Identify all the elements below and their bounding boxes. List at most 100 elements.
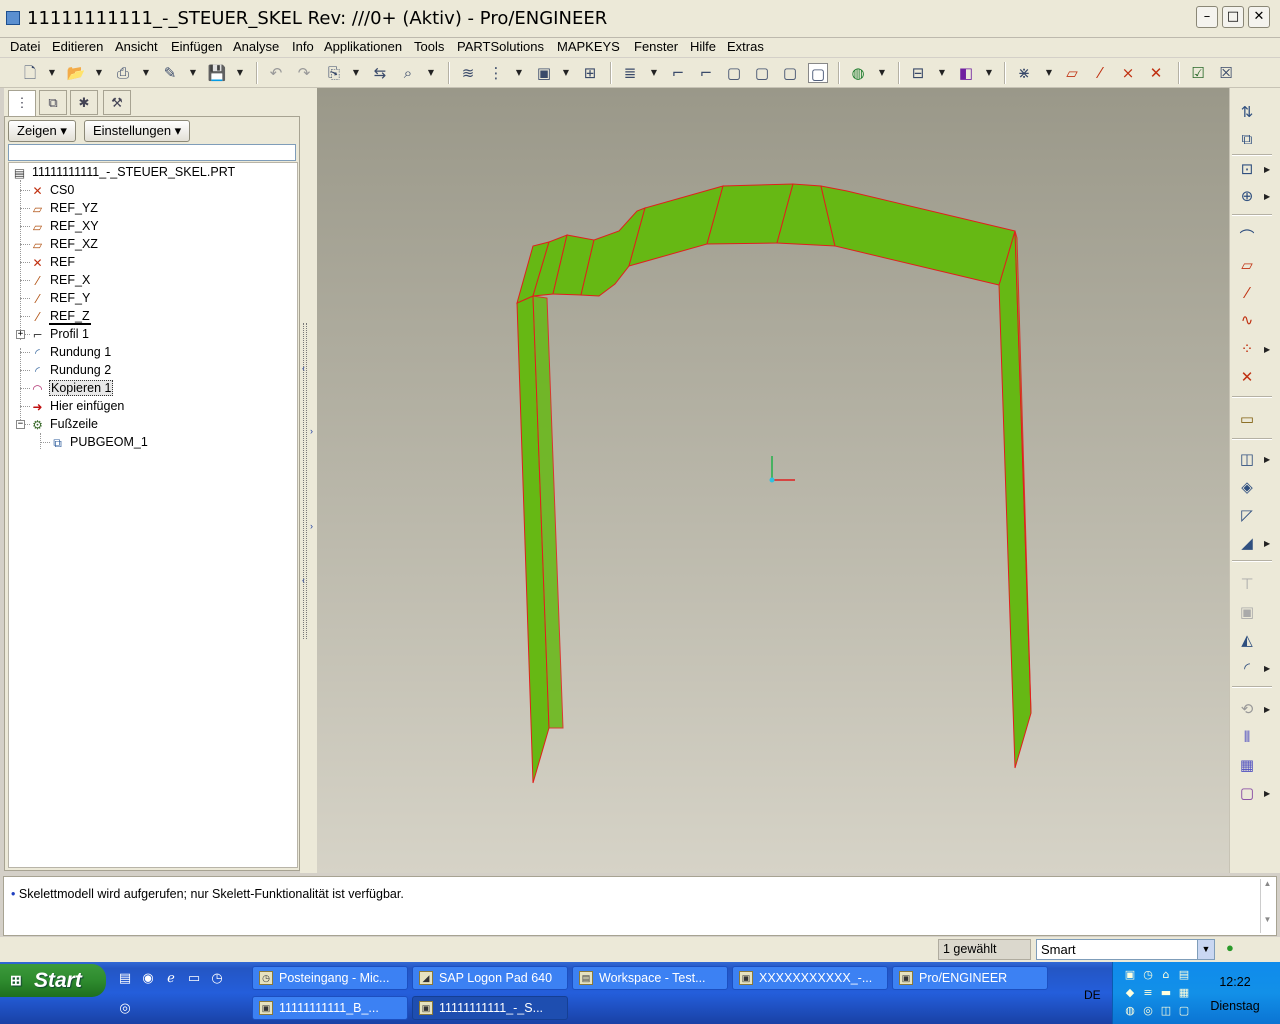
- copy-icon[interactable]: ⎘: [324, 63, 344, 83]
- chevron-down-icon[interactable]: ▼: [515, 63, 523, 83]
- note-tool-icon[interactable]: ▭: [1234, 408, 1260, 430]
- collapse-left-icon[interactable]: ‹: [302, 363, 305, 373]
- extrude-tool-icon[interactable]: ◫: [1234, 448, 1260, 470]
- appearance-cube-icon[interactable]: ◧: [956, 63, 976, 83]
- chevron-down-icon[interactable]: ▼: [985, 63, 993, 83]
- tree-item-root-part[interactable]: ▤ 11111111111_-_STEUER_SKEL.PRT: [12, 164, 236, 181]
- task-posteingang[interactable]: ◷ Posteingang - Mic...: [252, 966, 408, 990]
- tray-icon-8[interactable]: ▦: [1176, 986, 1192, 1000]
- skeleton-model-surface[interactable]: [516, 183, 1032, 784]
- tray-icon-6[interactable]: ≡: [1140, 986, 1156, 1000]
- chevron-down-icon[interactable]: ▼: [236, 63, 244, 83]
- chevron-down-icon[interactable]: ▼: [1197, 940, 1214, 959]
- right-leg-front[interactable]: [998, 230, 1032, 769]
- show-dropdown-button[interactable]: Zeigen ▾: [8, 120, 76, 142]
- tree-item-pubgeom-1[interactable]: ⧉ PUBGEOM_1: [50, 434, 149, 451]
- chevron-down-icon[interactable]: ▼: [878, 63, 886, 83]
- round-tool-icon[interactable]: ◜: [1234, 657, 1260, 679]
- sweep-tool-icon[interactable]: ◸: [1234, 504, 1260, 526]
- task-sap-logon[interactable]: ◢ SAP Logon Pad 640: [412, 966, 568, 990]
- surface-tool-icon[interactable]: ◢: [1234, 532, 1260, 554]
- graphics-window[interactable]: [317, 88, 1229, 873]
- tree-item-kopieren-1[interactable]: ◠ Kopieren 1: [30, 380, 114, 397]
- top-segment-5[interactable]: [628, 185, 724, 267]
- quicklaunch-calendar-icon[interactable]: ◷: [208, 970, 226, 988]
- menu-ansicht[interactable]: Ansicht: [115, 39, 158, 54]
- chevron-down-icon[interactable]: ▼: [1045, 63, 1053, 83]
- view-manager-icon[interactable]: ▣: [534, 63, 554, 83]
- chevron-right-icon[interactable]: ▶: [1264, 192, 1270, 201]
- edit-pencil-icon[interactable]: ✎: [160, 63, 180, 83]
- tray-icon-3[interactable]: ⌂: [1158, 968, 1174, 982]
- tray-icon-11[interactable]: ◫: [1158, 1004, 1174, 1018]
- chevron-down-icon[interactable]: ▼: [95, 63, 103, 83]
- expand-right-icon[interactable]: ›: [310, 426, 313, 436]
- hidden-line-icon[interactable]: ⌐: [696, 63, 716, 83]
- quicklaunch-folder-icon[interactable]: ▭: [185, 970, 203, 988]
- start-button[interactable]: ⊞ Start: [0, 964, 106, 997]
- tree-item-ref-x[interactable]: ⁄ REF_X: [30, 272, 91, 289]
- tree-item-insert-here[interactable]: ➜ Hier einfügen: [30, 398, 125, 415]
- tray-icon-9[interactable]: ◍: [1122, 1004, 1138, 1018]
- model-tree-swap-icon[interactable]: ⇅: [1234, 101, 1260, 123]
- menu-fenster[interactable]: Fenster: [634, 39, 678, 54]
- grid-tool-icon[interactable]: ▦: [1234, 754, 1260, 776]
- regenerate-icon[interactable]: ⇆: [370, 63, 390, 83]
- datum-curve-tool-icon[interactable]: ∿: [1234, 309, 1260, 331]
- datum-plane-tool-icon[interactable]: ▱: [1234, 254, 1260, 276]
- maximize-button[interactable]: □: [1222, 6, 1244, 28]
- model-tree-settings-icon[interactable]: ⋮: [486, 63, 506, 83]
- datum-axis-toggle-icon[interactable]: ⁄: [1090, 63, 1110, 83]
- expand-profil-toggle[interactable]: +: [16, 330, 25, 339]
- tree-item-rundung-2[interactable]: ◜ Rundung 2: [30, 362, 112, 379]
- chevron-right-icon[interactable]: ▶: [1264, 789, 1270, 798]
- undo-icon[interactable]: ↶: [266, 63, 286, 83]
- quicklaunch-desktop-icon[interactable]: ▤: [116, 970, 134, 988]
- datum-point-toggle-icon[interactable]: ×: [1118, 63, 1138, 83]
- repaint-icon[interactable]: ⊞: [580, 63, 600, 83]
- task-xxxxx[interactable]: ▣ XXXXXXXXXXX_-...: [732, 966, 888, 990]
- thicken-tool-icon[interactable]: ▢: [1234, 782, 1260, 804]
- menu-mapkeys[interactable]: MAPKEYS: [557, 39, 620, 54]
- model-3d-view[interactable]: [317, 88, 1229, 873]
- top-segment-8[interactable]: [820, 185, 1016, 286]
- chevron-down-icon[interactable]: ▼: [48, 63, 56, 83]
- layers-icon[interactable]: ≋: [458, 63, 478, 83]
- shading-edges-icon[interactable]: ▢: [752, 63, 772, 83]
- datum-plane-toggle-icon[interactable]: ▱: [1062, 63, 1082, 83]
- settings-dropdown-button[interactable]: Einstellungen ▾: [84, 120, 191, 142]
- clock-time[interactable]: 12:22: [1210, 975, 1260, 989]
- minimize-button[interactable]: –: [1196, 6, 1218, 28]
- favorites-tab-icon[interactable]: ✱: [70, 90, 98, 115]
- chevron-down-icon[interactable]: ▼: [938, 63, 946, 83]
- tray-icon-7[interactable]: ▬: [1158, 986, 1174, 1000]
- quicklaunch-network-icon[interactable]: ◎: [116, 1000, 134, 1018]
- tree-item-rundung-1[interactable]: ◜ Rundung 1: [30, 344, 112, 361]
- zoom-in-icon[interactable]: ⊕: [1234, 185, 1260, 207]
- tree-item-profil-1[interactable]: ⌐ Profil 1: [30, 326, 90, 343]
- language-indicator[interactable]: DE: [1084, 988, 1101, 1002]
- redo-icon[interactable]: ↷: [294, 63, 314, 83]
- print-icon[interactable]: ⎙: [113, 63, 133, 83]
- tree-item-cs0[interactable]: ✕ CS0: [30, 182, 75, 199]
- chevron-down-icon[interactable]: ▼: [189, 63, 197, 83]
- menu-einfuegen[interactable]: Einfügen: [171, 39, 222, 54]
- new-file-icon[interactable]: 🗋: [20, 63, 40, 83]
- message-scrollbar[interactable]: ▲ ▼: [1260, 879, 1274, 933]
- tree-item-ref-z[interactable]: ⁄ REF_Z: [30, 308, 91, 326]
- tray-icon-1[interactable]: ▣: [1122, 968, 1138, 982]
- csys-toggle-icon[interactable]: ✕: [1146, 63, 1166, 83]
- pattern-tool-icon[interactable]: ⟲: [1234, 698, 1260, 720]
- selection-filter-select[interactable]: Smart ▼: [1036, 939, 1215, 960]
- saved-views-icon[interactable]: ≣: [620, 63, 640, 83]
- app-icon[interactable]: [6, 11, 20, 25]
- task-pro-engineer[interactable]: ▣ Pro/ENGINEER: [892, 966, 1048, 990]
- datum-point-tool-icon[interactable]: ⁘: [1234, 338, 1260, 360]
- tray-icon-5[interactable]: ◆: [1122, 986, 1138, 1000]
- save-icon[interactable]: 💾: [207, 63, 227, 83]
- csys-tool-icon[interactable]: ✕: [1234, 366, 1260, 388]
- chevron-down-icon[interactable]: ▼: [142, 63, 150, 83]
- menu-hilfe[interactable]: Hilfe: [690, 39, 716, 54]
- wireframe-icon[interactable]: ⌐: [668, 63, 688, 83]
- tree-item-ref[interactable]: ✕ REF: [30, 254, 76, 271]
